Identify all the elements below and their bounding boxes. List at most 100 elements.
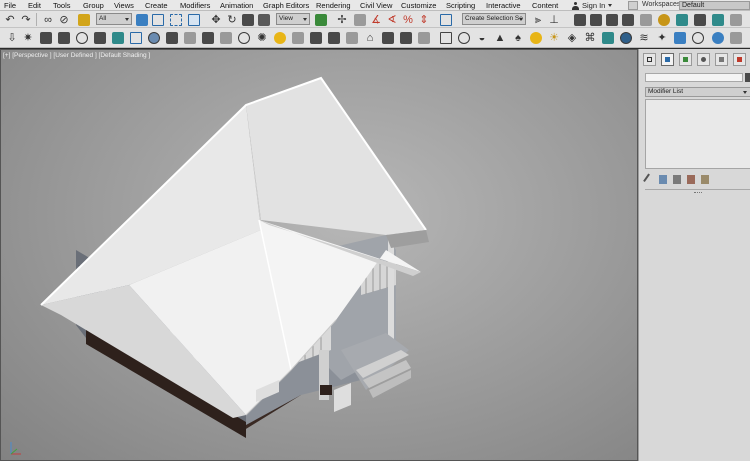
hierarchy-tab-icon[interactable]: [679, 52, 692, 66]
remove-modifier-icon[interactable]: [687, 174, 695, 184]
object-name-field[interactable]: [645, 73, 743, 82]
modify-tab-icon[interactable]: [661, 52, 674, 66]
crystal-icon[interactable]: ✦: [656, 32, 668, 44]
circle-icon[interactable]: [458, 32, 470, 44]
place-icon[interactable]: [258, 14, 270, 26]
rotate-icon[interactable]: ↻: [226, 14, 238, 26]
menu-tools[interactable]: Tools: [53, 1, 71, 10]
plane-icon[interactable]: [202, 32, 214, 44]
move-icon[interactable]: ✥: [210, 14, 222, 26]
wave-icon[interactable]: ≋: [638, 32, 650, 44]
render-iterative-icon[interactable]: [712, 14, 724, 26]
fill-icon[interactable]: [418, 32, 430, 44]
utilities-tab-icon[interactable]: [733, 52, 746, 66]
rectangle-icon[interactable]: [440, 32, 452, 44]
keyboard-shortcut-icon[interactable]: [354, 14, 366, 26]
select-manipulate-icon[interactable]: ✢: [336, 14, 348, 26]
light-icon[interactable]: [530, 32, 542, 44]
unlink-icon[interactable]: ⊘: [58, 14, 70, 26]
blue-box-icon[interactable]: [674, 32, 686, 44]
edit-named-selection-icon[interactable]: [440, 14, 452, 26]
viewport-label[interactable]: [+] [Perspective ] [User Defined ] [Defa…: [3, 52, 150, 59]
menu-interactive[interactable]: Interactive: [486, 1, 521, 10]
target-icon[interactable]: [238, 32, 250, 44]
menu-civil-view[interactable]: Civil View: [360, 1, 392, 10]
show-end-result-icon[interactable]: [659, 174, 667, 184]
teapot-icon[interactable]: [112, 32, 124, 44]
window-icon[interactable]: [328, 32, 340, 44]
cone-icon[interactable]: ▲: [494, 32, 506, 44]
select-object-icon[interactable]: [136, 14, 148, 26]
workspace-dropdown[interactable]: Default: [679, 1, 750, 10]
diamond-icon[interactable]: ◈: [566, 32, 578, 44]
perspective-viewport[interactable]: [+] [Perspective ] [User Defined ] [Defa…: [0, 49, 638, 461]
mirror-icon[interactable]: ⫸: [532, 14, 544, 26]
menu-rendering[interactable]: Rendering: [316, 1, 351, 10]
sun-icon[interactable]: [274, 32, 286, 44]
window-crossing-icon[interactable]: [188, 14, 200, 26]
named-selection-dropdown[interactable]: Create Selection Se: [462, 13, 526, 25]
a360-render-icon[interactable]: [730, 14, 742, 26]
curve-editor-icon[interactable]: [606, 14, 618, 26]
undo-icon[interactable]: ↶: [4, 14, 16, 26]
rectangular-selection-icon[interactable]: [170, 14, 182, 26]
schematic-view-icon[interactable]: [622, 14, 634, 26]
brush-icon[interactable]: [40, 32, 52, 44]
help-icon[interactable]: [628, 1, 638, 10]
selection-filter-dropdown[interactable]: All: [96, 13, 132, 25]
box-stack-icon[interactable]: [382, 32, 394, 44]
chat-icon[interactable]: ⌂: [364, 32, 376, 44]
modifier-stack[interactable]: [645, 99, 750, 169]
monitor-icon[interactable]: [310, 32, 322, 44]
menu-content[interactable]: Content: [532, 1, 558, 10]
cloud-icon[interactable]: [292, 32, 304, 44]
box-icon[interactable]: [184, 32, 196, 44]
reference-coordinate-dropdown[interactable]: View: [276, 13, 310, 25]
patch-icon[interactable]: [602, 32, 614, 44]
mesh-icon[interactable]: ⌘: [584, 32, 596, 44]
world-icon[interactable]: [620, 32, 632, 44]
half-circle-icon[interactable]: ◒: [476, 32, 488, 44]
redo-icon[interactable]: ↷: [20, 14, 32, 26]
globe-icon[interactable]: [148, 32, 160, 44]
display-tab-icon[interactable]: [715, 52, 728, 66]
menu-group[interactable]: Group: [83, 1, 104, 10]
grid-icon[interactable]: [58, 32, 70, 44]
render-production-icon[interactable]: [694, 14, 706, 26]
menu-create[interactable]: Create: [145, 1, 168, 10]
sparkle-icon[interactable]: ✷: [22, 32, 34, 44]
cube-icon[interactable]: [94, 32, 106, 44]
page-icon[interactable]: [346, 32, 358, 44]
align-icon[interactable]: ⊥: [548, 14, 560, 26]
select-by-name-icon[interactable]: [152, 14, 164, 26]
scale-icon[interactable]: [242, 14, 254, 26]
ring-icon[interactable]: [692, 32, 704, 44]
arrow-down-icon[interactable]: ⇩: [6, 32, 18, 44]
layer-explorer-icon[interactable]: [574, 14, 586, 26]
sign-in-menu[interactable]: Sign In: [572, 0, 613, 11]
teardrop-icon[interactable]: ♠: [512, 32, 524, 44]
menu-customize[interactable]: Customize: [401, 1, 436, 10]
scene-explorer-icon[interactable]: [590, 14, 602, 26]
material-editor-icon[interactable]: [640, 14, 652, 26]
menu-animation[interactable]: Animation: [220, 1, 253, 10]
menu-scripting[interactable]: Scripting: [446, 1, 475, 10]
camera-icon[interactable]: [220, 32, 232, 44]
cylinder-icon[interactable]: [730, 32, 742, 44]
make-unique-icon[interactable]: [673, 174, 681, 184]
configure-modifier-sets-icon[interactable]: [701, 174, 709, 184]
pin-stack-icon[interactable]: [643, 173, 655, 185]
bind-space-warp-icon[interactable]: [78, 14, 90, 26]
percent-snap-icon[interactable]: %: [402, 14, 414, 26]
menu-modifiers[interactable]: Modifiers: [180, 1, 210, 10]
render-setup-icon[interactable]: [658, 14, 670, 26]
paint-icon[interactable]: [400, 32, 412, 44]
pivot-center-icon[interactable]: [315, 14, 327, 26]
angle-snap-icon[interactable]: ∢: [386, 14, 398, 26]
motion-tab-icon[interactable]: [697, 52, 710, 66]
menu-views[interactable]: Views: [114, 1, 134, 10]
sun-light-icon[interactable]: ☀: [548, 32, 560, 44]
menu-graph-editors[interactable]: Graph Editors: [263, 1, 309, 10]
frame-icon[interactable]: [130, 32, 142, 44]
sphere-icon[interactable]: [76, 32, 88, 44]
